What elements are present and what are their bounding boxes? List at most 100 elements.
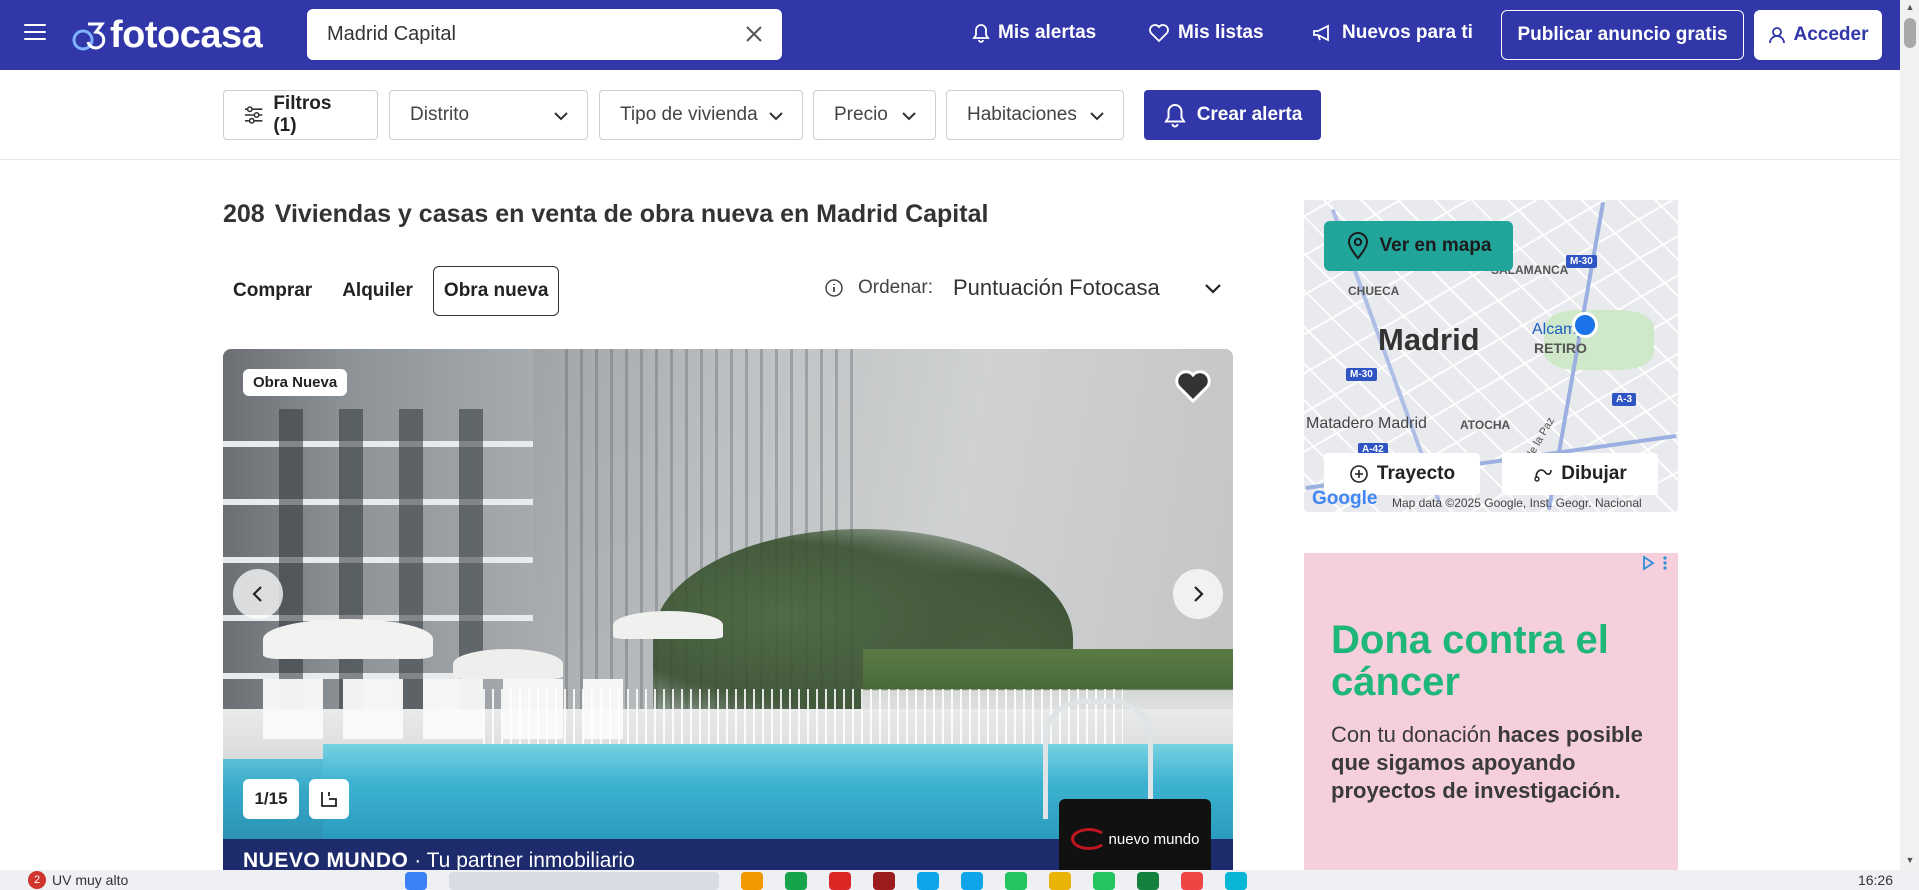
bell-icon <box>1163 103 1186 128</box>
more-vertical-icon[interactable] <box>1662 555 1668 571</box>
agency-name: NUEVO MUNDO <box>243 849 409 870</box>
app-icon[interactable] <box>917 872 939 890</box>
filter-bar: Filtros (1) Distrito Tipo de vivienda Pr… <box>0 70 1900 160</box>
draw-icon <box>1534 469 1553 482</box>
agency-logo[interactable]: nuevo mundo <box>1059 799 1211 870</box>
listing-photo[interactable]: Obra Nueva 1/15 <box>223 349 1233 839</box>
fotocasa-logo[interactable]: fotocasa <box>72 14 263 57</box>
filters-button[interactable]: Filtros (1) <box>223 90 378 140</box>
scroll-up-icon[interactable]: ▲ <box>1905 2 1915 12</box>
rooms-dropdown[interactable]: Habitaciones <box>946 90 1124 140</box>
draw-label: Dibujar <box>1561 463 1627 484</box>
filters-label: Filtros (1) <box>273 93 332 136</box>
page-title: 208 Viviendas y casas en venta de obra nu… <box>223 200 988 229</box>
create-alert-label: Crear alerta <box>1196 104 1303 125</box>
bell-icon <box>972 24 990 43</box>
new-for-you-link[interactable]: Nuevos para ti <box>1312 22 1473 44</box>
agency-logo-text: nuevo mundo <box>1108 830 1200 848</box>
chevron-left-icon <box>252 586 262 602</box>
weather-text: UV muy alto <box>52 872 129 888</box>
login-button[interactable]: Acceder <box>1754 10 1882 60</box>
chevron-down-icon[interactable] <box>1203 278 1223 298</box>
my-lists-link[interactable]: Mis listas <box>1148 22 1264 44</box>
results-count: 208 <box>223 200 265 228</box>
view-map-label: Ver en mapa <box>1379 235 1492 256</box>
price-dropdown[interactable]: Precio <box>813 90 936 140</box>
app-icon[interactable] <box>741 872 763 890</box>
sort-select[interactable]: Puntuación Fotocasa <box>953 275 1193 301</box>
highway-badge: M-30 <box>1346 368 1377 381</box>
app-icon[interactable] <box>1093 872 1115 890</box>
map-label-chueca: CHUECA <box>1348 284 1400 298</box>
ad-banner[interactable]: Dona contra el cáncer Con tu donación ha… <box>1304 553 1678 870</box>
listing-card[interactable]: Obra Nueva 1/15 NUEVO MUNDO · Tu partner… <box>223 349 1233 870</box>
results-title-text: Viviendas y casas en venta de obra nueva… <box>274 200 989 228</box>
tab-alquiler[interactable]: Alquiler <box>332 266 423 316</box>
app-icon[interactable] <box>961 872 983 890</box>
favorite-heart-icon[interactable] <box>1173 367 1213 405</box>
search-box[interactable] <box>307 9 782 60</box>
adchoices[interactable] <box>1640 555 1668 571</box>
scroll-thumb[interactable] <box>1904 18 1916 48</box>
logo-text: fotocasa <box>110 14 263 56</box>
tab-comprar[interactable]: Comprar <box>223 266 322 316</box>
google-logo: Google <box>1312 488 1378 509</box>
highway-badge: M-30 <box>1566 255 1597 268</box>
sort-control: Ordenar: Puntuación Fotocasa <box>824 275 1223 301</box>
clear-icon[interactable] <box>744 24 764 44</box>
app-icon[interactable] <box>1181 872 1203 890</box>
os-taskbar: 2 UV muy alto 16:26 <box>0 870 1919 890</box>
search-input[interactable] <box>327 23 727 46</box>
publish-ad-button[interactable]: Publicar anuncio gratis <box>1501 10 1744 60</box>
map-preview[interactable]: SALAMANCA CHUECA Madrid Alcampo RETIRO A… <box>1304 200 1678 512</box>
menu-icon[interactable] <box>24 24 46 42</box>
map-attribution: Map data ©2025 Google, Inst. Geogr. Naci… <box>1392 496 1642 510</box>
app-icon[interactable] <box>785 872 807 890</box>
district-dropdown[interactable]: Distrito <box>389 90 588 140</box>
login-label: Acceder <box>1793 24 1869 45</box>
create-alert-button[interactable]: Crear alerta <box>1144 90 1321 140</box>
user-icon <box>1768 27 1785 44</box>
highway-badge: A-3 <box>1612 393 1637 406</box>
app-icon[interactable] <box>1005 872 1027 890</box>
map-label-retiro: RETIRO <box>1534 340 1587 356</box>
my-alerts-link[interactable]: Mis alertas <box>972 22 1096 44</box>
app-icon[interactable] <box>873 872 895 890</box>
app-icon[interactable] <box>1225 872 1247 890</box>
sliders-icon <box>244 106 263 124</box>
chevron-down-icon <box>902 112 916 121</box>
my-lists-label: Mis listas <box>1178 22 1264 43</box>
chevron-down-icon <box>1090 112 1104 121</box>
property-type-dropdown[interactable]: Tipo de vivienda <box>599 90 803 140</box>
new-for-you-label: Nuevos para ti <box>1342 22 1473 43</box>
app-icon[interactable] <box>829 872 851 890</box>
price-label: Precio <box>834 104 888 125</box>
scroll-down-icon[interactable]: ▼ <box>1905 855 1915 865</box>
adchoices-icon[interactable] <box>1640 555 1656 571</box>
plus-circle-icon <box>1350 465 1368 483</box>
photo-counter: 1/15 <box>243 779 299 819</box>
draw-button[interactable]: Dibujar <box>1502 453 1658 495</box>
floorplan-icon <box>321 792 337 807</box>
route-label: Trayecto <box>1376 463 1456 484</box>
agency-swoosh-icon <box>1070 828 1107 850</box>
folder-icon[interactable] <box>1049 872 1071 890</box>
map-label-atocha: ATOCHA <box>1460 418 1511 432</box>
app-icon[interactable] <box>1137 872 1159 890</box>
operation-tabs: Comprar Alquiler Obra nueva <box>223 266 569 316</box>
tab-obra-nueva[interactable]: Obra nueva <box>432 266 560 316</box>
obra-nueva-badge: Obra Nueva <box>243 369 348 396</box>
previous-photo-button[interactable] <box>233 569 283 619</box>
weather-widget[interactable]: 2 UV muy alto <box>28 871 128 889</box>
next-photo-button[interactable] <box>1173 569 1223 619</box>
view-map-button[interactable]: Ver en mapa <box>1324 221 1513 271</box>
search-icon[interactable] <box>449 872 719 890</box>
map-pin-icon <box>1347 232 1368 260</box>
info-icon[interactable] <box>824 278 844 298</box>
windows-start-icon[interactable] <box>405 872 427 890</box>
map-label-matadero: Matadero Madrid <box>1306 415 1427 432</box>
page-scrollbar[interactable]: ▲ ▼ <box>1900 0 1919 870</box>
floorplan-button[interactable] <box>309 779 349 819</box>
ad-headline: Dona contra el cáncer <box>1331 618 1609 704</box>
megaphone-icon <box>1313 24 1329 42</box>
